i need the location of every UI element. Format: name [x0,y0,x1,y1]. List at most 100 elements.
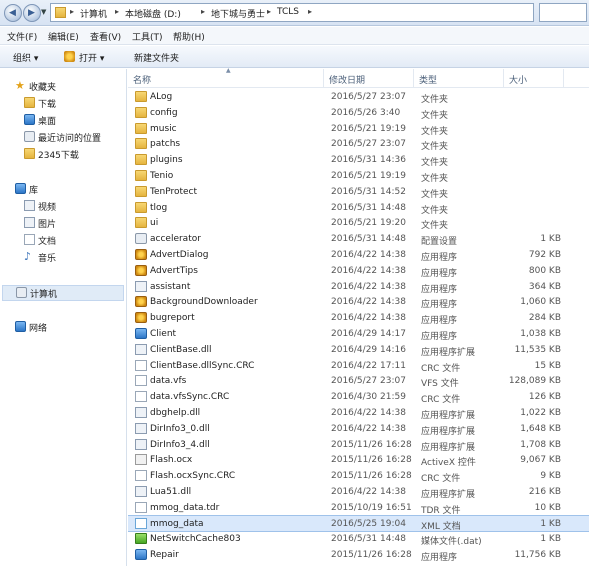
doc-file-icon [135,359,147,371]
forward-button[interactable]: ▶ [23,4,41,22]
file-type: XML 文档 [421,521,461,532]
breadcrumb-drive-d[interactable]: 本地磁盘 (D:) [125,7,181,20]
xml-file-icon [135,517,147,529]
file-row[interactable]: assistant 2016/4/22 14:38 应用程序 364 KB [128,279,589,295]
file-row[interactable]: mmog_data.tdr 2015/10/19 16:51 TDR 文件 10 KB [128,500,589,516]
folder-icon [55,7,66,18]
file-row[interactable]: accelerator 2016/5/31 14:48 配置设置 1 KB [128,231,589,247]
chevron-right-icon[interactable]: ▸ [70,7,74,16]
file-row[interactable]: bugreport 2016/4/22 14:38 应用程序 284 KB [128,310,589,326]
breadcrumb-tcls[interactable]: TCLS [277,7,299,17]
file-type: 文件夹 [421,142,449,153]
search-input[interactable] [539,3,587,22]
file-row[interactable]: music 2016/5/21 19:19 文件夹 [128,121,589,137]
file-row[interactable]: ClientBase.dllSync.CRC 2016/4/22 17:11 CRC… [128,358,589,374]
file-size: 9,067 KB [520,455,561,466]
file-type: 应用程序扩展 [421,442,476,453]
file-type: VFS 文件 [421,379,459,390]
file-row[interactable]: NetSwitchCache803 2016/5/31 14:48 媒体文件(.da… [128,531,589,547]
history-dropdown-icon[interactable]: ▼ [41,8,46,16]
file-row[interactable]: Lua51.dll 2016/4/22 14:38 应用程序扩展 216 KB [128,484,589,500]
menu-view[interactable]: 查看(V) [90,30,121,43]
chevron-right-icon[interactable]: ▸ [201,7,205,16]
file-row[interactable]: Client 2016/4/29 14:17 应用程序 1,038 KB [128,326,589,342]
document-icon [24,234,35,245]
folder-file-icon [135,185,147,197]
file-row[interactable]: Repair 2015/11/26 16:28 应用程序 11,756 KB [128,547,589,563]
file-row[interactable]: AdvertTips 2016/4/22 14:38 应用程序 800 KB [128,263,589,279]
file-type: 文件夹 [421,205,449,216]
back-button[interactable]: ◀ [4,4,22,22]
file-date: 2015/11/26 16:28 [331,550,412,561]
column-header-size[interactable]: 大小 [504,69,564,88]
file-row[interactable]: DirInfo3_0.dll 2016/4/22 14:38 应用程序扩展 1,648… [128,421,589,437]
file-size: 11,535 KB [514,344,561,355]
column-header-type[interactable]: 类型 [414,69,504,88]
file-row[interactable]: mmog_data 2016/5/25 19:04 XML 文档 1 KB [128,514,589,533]
file-row[interactable]: Flash.ocx 2015/11/26 16:28 ActiveX 控件 9,067… [128,452,589,468]
file-size: 1 KB [540,518,561,529]
address-bar[interactable]: ▸ 计算机 ▸ 本地磁盘 (D:) ▸ 地下城与勇士 ▸ TCLS ▸ [50,3,534,22]
cfg-file-icon [135,233,147,245]
chevron-right-icon[interactable]: ▸ [308,7,312,16]
file-name: config [150,107,178,118]
chevron-right-icon[interactable]: ▸ [267,7,271,16]
file-row[interactable]: ui 2016/5/21 19:20 文件夹 [128,215,589,231]
doc-file-icon [135,501,147,513]
file-row[interactable]: config 2016/5/26 3:40 文件夹 [128,105,589,121]
file-row[interactable]: AdvertDialog 2016/4/22 14:38 应用程序 792 KB [128,247,589,263]
file-row[interactable]: ClientBase.dll 2016/4/29 14:16 应用程序扩展 11,53… [128,342,589,358]
file-row[interactable]: BackgroundDownloader 2016/4/22 14:38 应用程序 1… [128,294,589,310]
folder-file-icon [135,217,147,229]
menu-tools[interactable]: 工具(T) [132,30,163,43]
column-header-name[interactable]: ▲ 名称 [128,67,324,88]
blue-file-icon [135,549,147,561]
file-size: 284 KB [528,313,561,324]
file-type: CRC 文件 [421,363,461,374]
sidebar-computer[interactable]: 计算机 [2,285,124,301]
menu-file[interactable]: 文件(F) [7,30,37,43]
file-name: data.vfsSync.CRC [150,392,230,403]
dll-file-icon [135,438,147,450]
star-icon: ★ [15,79,25,92]
file-type: 应用程序 [421,316,458,327]
file-type: 文件夹 [421,173,449,184]
file-row[interactable]: Flash.ocxSync.CRC 2015/11/26 16:28 CRC 文件 9… [128,468,589,484]
breadcrumb-dnf-folder[interactable]: 地下城与勇士 [211,7,265,20]
file-row[interactable]: dbghelp.dll 2016/4/22 14:38 应用程序扩展 1,022 KB [128,405,589,421]
file-date: 2016/4/22 14:38 [331,249,406,260]
library-icon [15,183,26,194]
file-type: 文件夹 [421,221,449,232]
menu-edit[interactable]: 编辑(E) [48,30,79,43]
file-date: 2015/11/26 16:28 [331,471,412,482]
breadcrumb-computer[interactable]: 计算机 [80,7,107,20]
file-row[interactable]: patchs 2016/5/27 23:07 文件夹 [128,136,589,152]
file-row[interactable]: Tenio 2016/5/21 19:19 文件夹 [128,168,589,184]
file-date: 2016/5/26 3:40 [331,107,401,118]
file-row[interactable]: DirInfo3_4.dll 2015/11/26 16:28 应用程序扩展 1,70… [128,437,589,453]
address-row: ◀ ▶ ▼ ▸ 计算机 ▸ 本地磁盘 (D:) ▸ 地下城与勇士 ▸ TCLS … [0,0,589,26]
file-name: Flash.ocxSync.CRC [150,471,236,482]
file-date: 2016/5/25 19:04 [331,518,406,529]
file-type: 应用程序 [421,284,458,295]
file-row[interactable]: tlog 2016/5/31 14:48 文件夹 [128,200,589,216]
open-button[interactable]: 打开 ▾ [79,51,104,64]
file-name: ALog [150,92,173,102]
computer-icon [16,287,27,298]
organize-button[interactable]: 组织 ▾ [13,51,38,64]
dll-file-icon [135,280,147,292]
sort-caret-icon: ▲ [226,67,231,74]
file-row[interactable]: data.vfsSync.CRC 2016/4/30 21:59 CRC 文件 126… [128,389,589,405]
file-type: CRC 文件 [421,395,461,406]
file-size: 1,038 KB [520,328,561,339]
column-header-date[interactable]: 修改日期 [324,69,414,88]
file-row[interactable]: TenProtect 2016/5/31 14:52 文件夹 [128,184,589,200]
file-row[interactable]: plugins 2016/5/31 14:36 文件夹 [128,152,589,168]
menu-help[interactable]: 帮助(H) [173,30,205,43]
file-row[interactable]: data.vfs 2016/5/27 23:07 VFS 文件 128,089 KB [128,373,589,389]
exe-file-icon [135,312,147,324]
new-folder-button[interactable]: 新建文件夹 [134,51,179,64]
file-row[interactable]: ALog 2016/5/27 23:07 文件夹 [128,89,589,105]
file-size: 9 KB [540,471,561,482]
chevron-right-icon[interactable]: ▸ [115,7,119,16]
